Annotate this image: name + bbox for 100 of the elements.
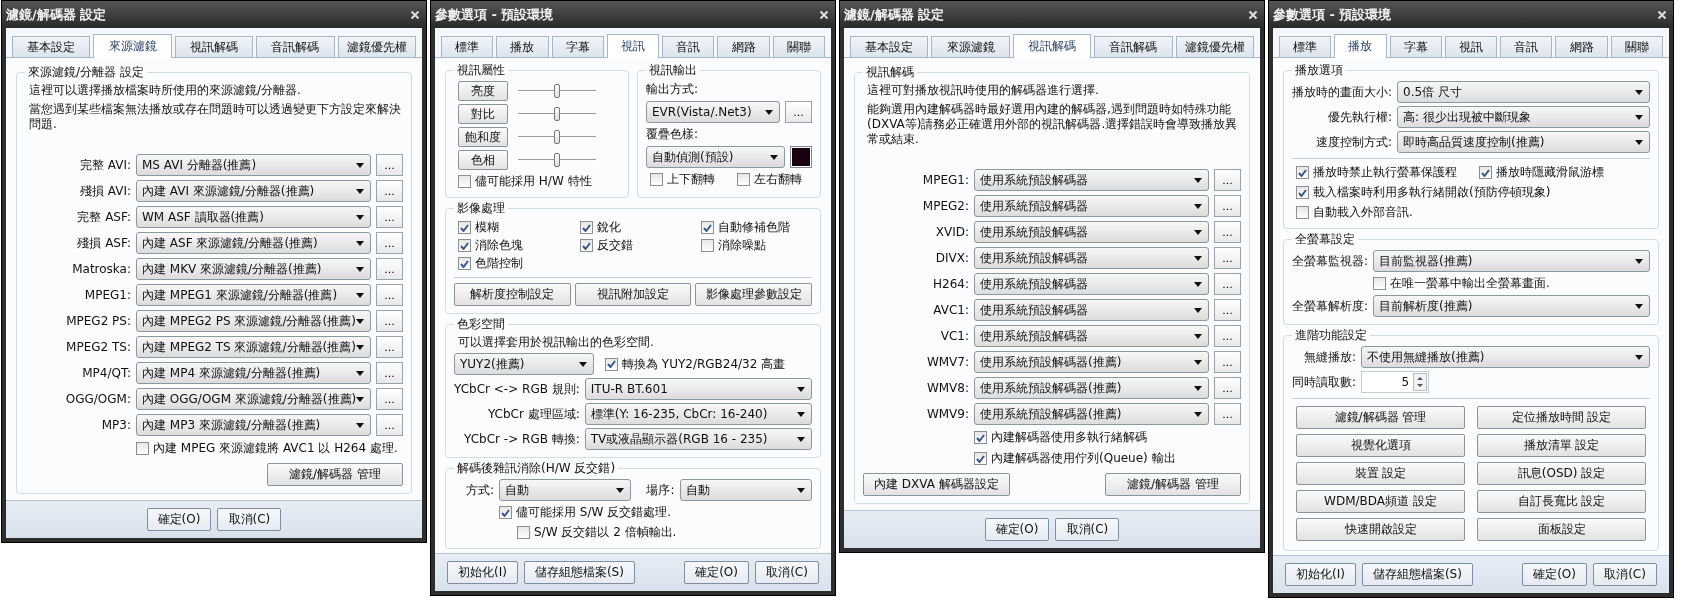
more-button[interactable]: ... bbox=[376, 414, 403, 436]
tab[interactable]: 濾鏡優先權 bbox=[337, 36, 417, 57]
more-button[interactable]: ... bbox=[1214, 299, 1241, 321]
checkbox[interactable] bbox=[458, 257, 471, 270]
tab[interactable]: 標準 bbox=[441, 36, 494, 57]
checkbox[interactable] bbox=[579, 239, 593, 252]
tab[interactable]: 標準 bbox=[1279, 36, 1332, 57]
dropdown[interactable]: ITU-R BT.601 bbox=[584, 378, 812, 400]
slider-thumb[interactable] bbox=[554, 84, 560, 98]
button[interactable]: 濾鏡/解碼器 管理 bbox=[267, 463, 403, 486]
button[interactable]: 取消(C) bbox=[217, 508, 282, 531]
tab[interactable]: 濾鏡優先權 bbox=[1175, 36, 1255, 57]
button[interactable]: 取消(C) bbox=[755, 561, 819, 584]
checkbox[interactable] bbox=[1296, 186, 1309, 199]
checkbox[interactable] bbox=[458, 221, 471, 234]
button[interactable]: 確定(O) bbox=[684, 561, 749, 584]
tab[interactable]: 音訊解碼 bbox=[256, 36, 335, 57]
button[interactable]: 取消(C) bbox=[1593, 563, 1657, 586]
tab[interactable]: 音訊 bbox=[662, 36, 715, 57]
slider-thumb[interactable] bbox=[554, 153, 560, 167]
slider-thumb[interactable] bbox=[554, 107, 560, 121]
dropdown[interactable]: 使用系統預設解碼器 bbox=[974, 221, 1209, 243]
button[interactable]: WDM/BDA頻道 設定 bbox=[1296, 490, 1465, 513]
tab[interactable]: 關聯 bbox=[1610, 36, 1663, 57]
checkbox[interactable] bbox=[1296, 206, 1309, 219]
dropdown[interactable]: 內建 AVI 來源濾鏡/分離器(推薦) bbox=[136, 180, 371, 202]
dropdown[interactable]: 使用系統預設解碼器 bbox=[974, 169, 1209, 191]
dropdown[interactable]: 內建 MPEG2 PS 來源濾鏡/分離器(推薦) bbox=[136, 310, 371, 332]
dropdown[interactable]: 自動 bbox=[499, 479, 632, 501]
tab[interactable]: 字幕 bbox=[551, 36, 604, 57]
dropdown[interactable]: 內建 MP4 來源濾鏡/分離器(推薦) bbox=[136, 362, 371, 384]
tab[interactable]: 音訊解碼 bbox=[1094, 36, 1173, 57]
button[interactable]: 視覺化選項 bbox=[1296, 434, 1465, 457]
dropdown[interactable]: 即時高品質速度控制(推薦) bbox=[1397, 131, 1650, 153]
button[interactable]: 確定(O) bbox=[984, 518, 1050, 541]
checkbox[interactable] bbox=[1296, 166, 1309, 179]
button[interactable]: 影像處理參數設定 bbox=[695, 283, 812, 306]
dropdown[interactable]: YUY2(推薦) bbox=[454, 353, 594, 375]
slider-label-button[interactable]: 對比 bbox=[458, 104, 508, 124]
checkbox[interactable] bbox=[701, 221, 715, 234]
more-button[interactable]: ... bbox=[376, 206, 403, 228]
dropdown[interactable]: MS AVI 分離器(推薦) bbox=[136, 154, 371, 176]
tab[interactable]: 來源濾鏡 bbox=[931, 36, 1010, 57]
more-button[interactable]: ... bbox=[785, 101, 812, 123]
slider-label-button[interactable]: 色相 bbox=[458, 150, 508, 170]
dropdown[interactable]: WM ASF 讀取器(推薦) bbox=[136, 206, 371, 228]
button[interactable]: 內建 DXVA 解碼器設定 bbox=[863, 473, 1010, 496]
more-button[interactable]: ... bbox=[376, 154, 403, 176]
tab[interactable]: 播放 bbox=[496, 36, 549, 57]
button[interactable]: 濾鏡/解碼器 管理 bbox=[1105, 473, 1241, 496]
tab[interactable]: 視訊解碼 bbox=[1012, 34, 1092, 58]
dropdown[interactable]: 使用系統預設解碼器(推薦) bbox=[974, 403, 1209, 425]
more-button[interactable]: ... bbox=[1214, 325, 1241, 347]
dropdown[interactable]: 內建 ASF 來源濾鏡/分離器(推薦) bbox=[136, 232, 371, 254]
dropdown[interactable]: 自動 bbox=[679, 479, 812, 501]
button[interactable]: 確定(O) bbox=[1522, 563, 1587, 586]
dropdown[interactable]: 0.5倍 尺寸 bbox=[1397, 81, 1650, 103]
button[interactable]: 確定(O) bbox=[146, 508, 212, 531]
tab[interactable]: 播放 bbox=[1334, 34, 1387, 58]
tab[interactable]: 基本設定 bbox=[850, 36, 929, 57]
dropdown[interactable]: 內建 MP3 來源濾鏡/分離器(推薦) bbox=[136, 414, 371, 436]
slider-label-button[interactable]: 亮度 bbox=[458, 81, 508, 101]
dropdown[interactable]: 使用系統預設解碼器 bbox=[974, 247, 1209, 269]
checkbox[interactable] bbox=[517, 526, 530, 539]
tab[interactable]: 網路 bbox=[717, 36, 770, 57]
more-button[interactable]: ... bbox=[376, 310, 403, 332]
dropdown[interactable]: 使用系統預設解碼器(推薦) bbox=[974, 377, 1209, 399]
dropdown[interactable]: 不使用無縫播放(推薦) bbox=[1361, 346, 1650, 368]
button[interactable]: 訊息(OSD) 設定 bbox=[1477, 462, 1646, 485]
button[interactable]: 播放清單 設定 bbox=[1477, 434, 1646, 457]
checkbox[interactable] bbox=[974, 431, 987, 444]
dropdown[interactable]: 使用系統預設解碼器(推薦) bbox=[974, 351, 1209, 373]
dropdown[interactable]: 內建 OGG/OGM 來源濾鏡/分離器(推薦) bbox=[136, 388, 371, 410]
checkbox[interactable] bbox=[136, 442, 149, 455]
dropdown[interactable]: 內建 MKV 來源濾鏡/分離器(推薦) bbox=[136, 258, 371, 280]
dropdown[interactable]: 目前解析度(推薦) bbox=[1373, 295, 1650, 317]
checkbox[interactable] bbox=[974, 452, 987, 465]
button[interactable]: 面板設定 bbox=[1477, 518, 1646, 541]
slider-label-button[interactable]: 飽和度 bbox=[458, 127, 508, 147]
more-button[interactable]: ... bbox=[376, 258, 403, 280]
dropdown[interactable]: 內建 MPEG2 TS 來源濾鏡/分離器(推薦) bbox=[136, 336, 371, 358]
checkbox[interactable] bbox=[1479, 166, 1492, 179]
button[interactable]: 取消(C) bbox=[1055, 518, 1120, 541]
dropdown[interactable]: 使用系統預設解碼器 bbox=[974, 273, 1209, 295]
button[interactable]: 裝置 設定 bbox=[1296, 462, 1465, 485]
dropdown[interactable]: TV或液晶顯示器(RGB 16 - 235) bbox=[584, 428, 812, 450]
tab[interactable]: 字幕 bbox=[1389, 36, 1442, 57]
button[interactable]: 自訂長寬比 設定 bbox=[1477, 490, 1646, 513]
number-field[interactable]: 5 bbox=[1361, 371, 1430, 393]
more-button[interactable]: ... bbox=[1214, 169, 1241, 191]
dropdown[interactable]: 使用系統預設解碼器 bbox=[974, 299, 1209, 321]
button[interactable]: 儲存組態檔案(S) bbox=[523, 561, 635, 584]
dropdown[interactable]: 內建 MPEG1 來源濾鏡/分離器(推薦) bbox=[136, 284, 371, 306]
more-button[interactable]: ... bbox=[1214, 247, 1241, 269]
dropdown[interactable]: 自動偵測(預設) bbox=[646, 146, 785, 168]
more-button[interactable]: ... bbox=[1214, 221, 1241, 243]
tab[interactable]: 基本設定 bbox=[12, 36, 91, 57]
more-button[interactable]: ... bbox=[376, 388, 403, 410]
button[interactable]: 初始化(I) bbox=[447, 561, 518, 584]
more-button[interactable]: ... bbox=[376, 284, 403, 306]
